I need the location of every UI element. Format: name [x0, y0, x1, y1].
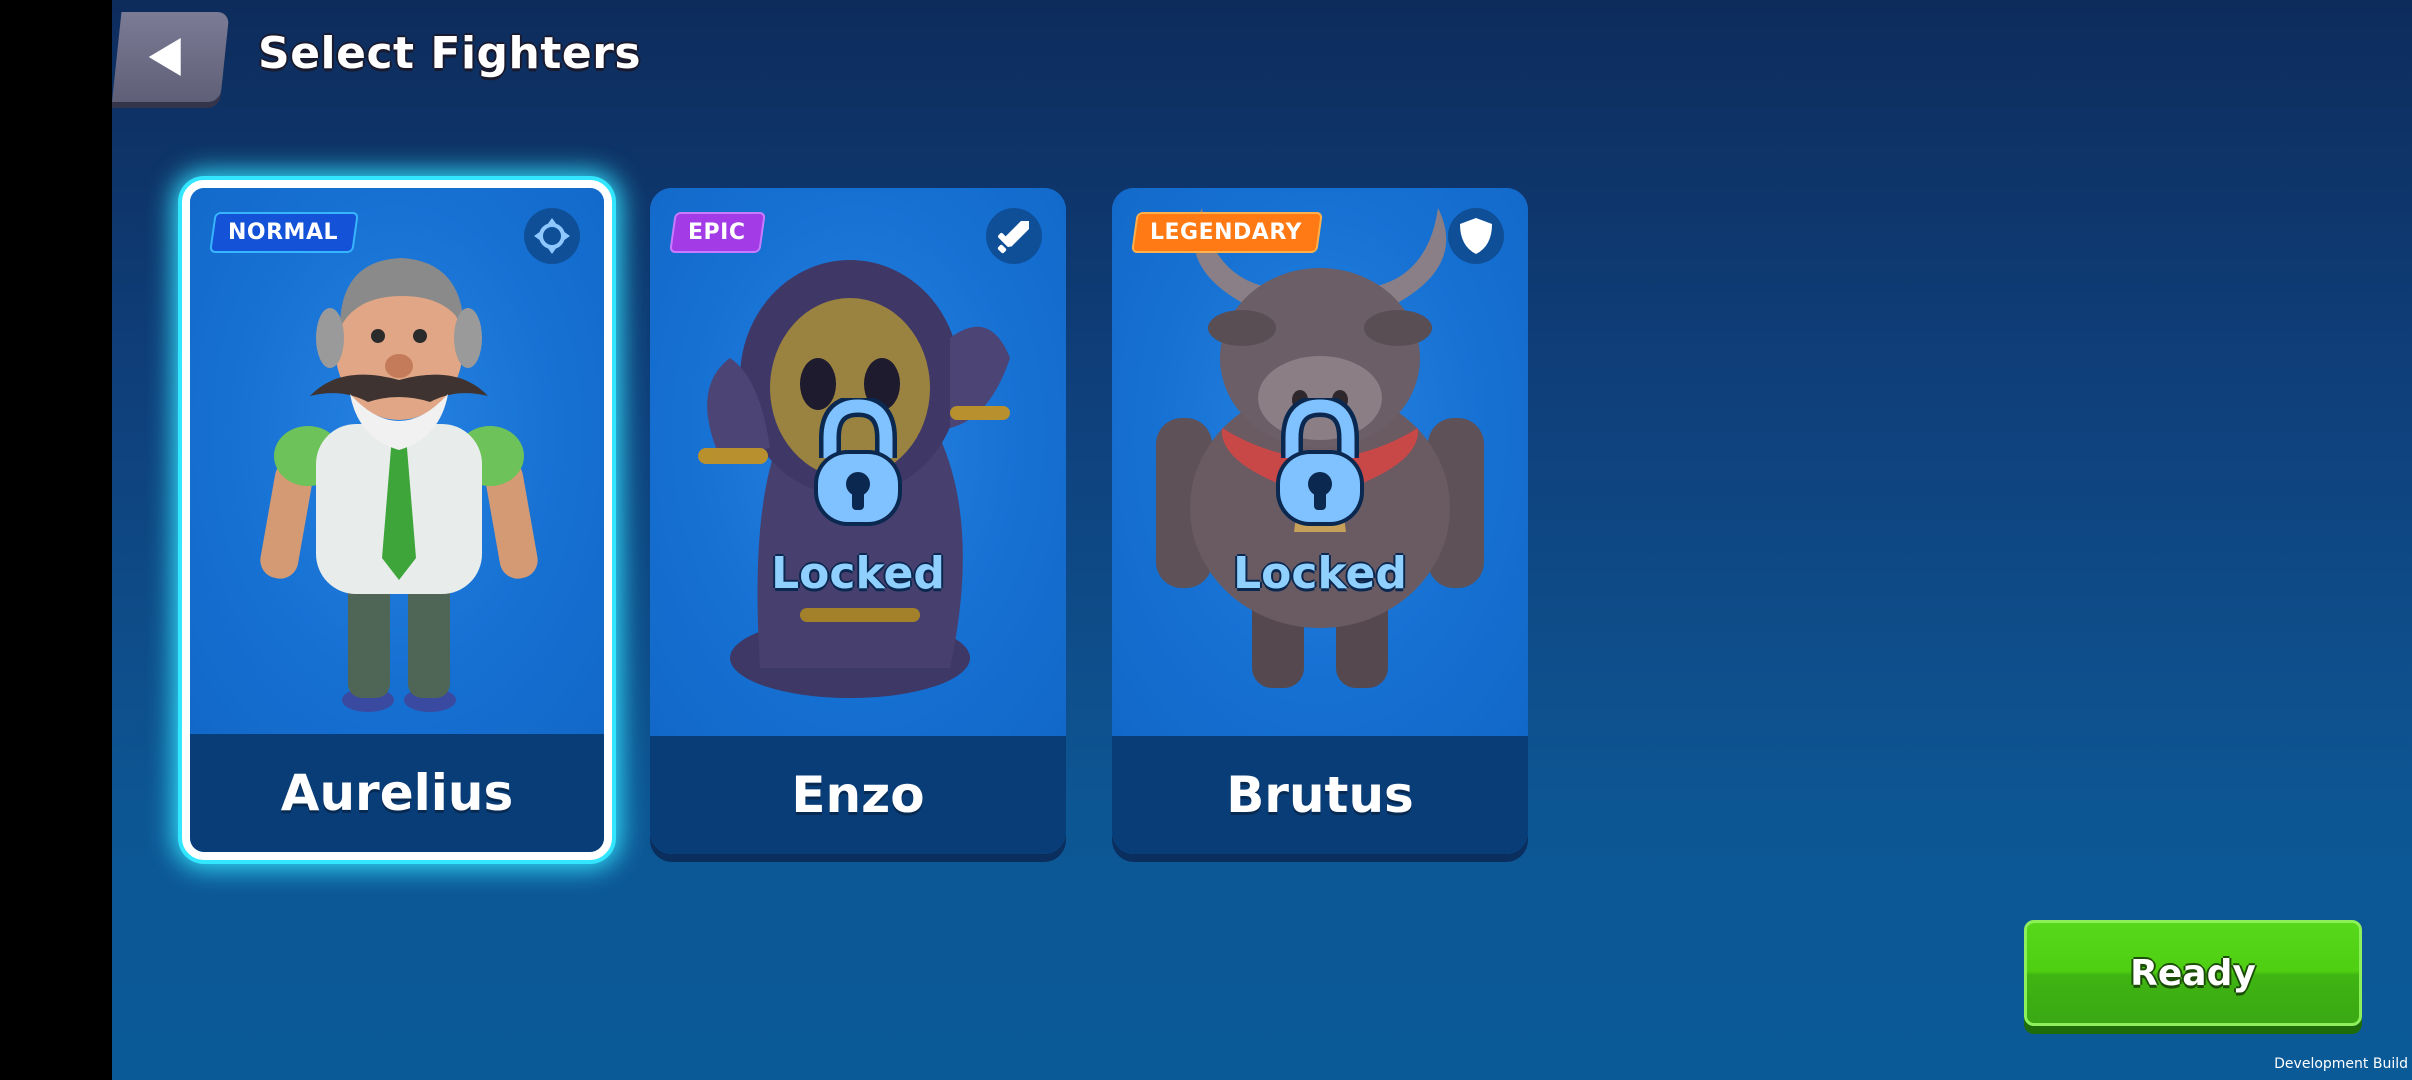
class-icon-sword: [986, 208, 1042, 264]
rarity-badge: EPIC: [669, 212, 767, 253]
fighter-card-aurelius[interactable]: NORMAL Aurelius: [182, 180, 612, 860]
ready-button[interactable]: Ready: [2024, 920, 2362, 1026]
padlock-icon: [1276, 398, 1364, 526]
fighter-name: Enzo: [791, 766, 925, 824]
fighter-portrait: [190, 188, 604, 734]
back-arrow-icon: [148, 38, 181, 76]
lock-overlay: Locked: [1112, 398, 1528, 599]
class-icon-shield: [1448, 208, 1504, 264]
development-build-label: Development Build: [2274, 1056, 2408, 1072]
ready-label: Ready: [2130, 952, 2256, 994]
fighter-select-area: Select Fighters NORMAL Aurelius EPIC Loc…: [112, 0, 2412, 1080]
sword-icon: [997, 221, 1029, 254]
fighter-card-enzo[interactable]: EPIC Locked Enzo: [650, 188, 1066, 854]
rarity-badge: LEGENDARY: [1131, 212, 1323, 253]
lock-overlay: Locked: [650, 398, 1066, 599]
fighter-name: Brutus: [1226, 766, 1414, 824]
fighter-card-brutus[interactable]: LEGENDARY Locked Brutus: [1112, 188, 1528, 854]
fighter-name: Aurelius: [280, 764, 514, 822]
fighter-name-bar: Enzo: [650, 736, 1066, 854]
locked-label: Locked: [1233, 548, 1407, 599]
fighter-name-bar: Brutus: [1112, 736, 1528, 854]
game-screen: Select Fighters NORMAL Aurelius EPIC Loc…: [0, 0, 2412, 1080]
locked-label: Locked: [771, 548, 945, 599]
shield-icon: [1460, 218, 1492, 254]
rarity-badge: NORMAL: [209, 212, 359, 253]
fighter-figure-aurelius: [260, 258, 538, 712]
padlock-icon: [814, 398, 902, 526]
fighter-name-bar: Aurelius: [190, 734, 604, 852]
class-icon-crosshair: [524, 208, 580, 264]
crosshair-icon: [534, 218, 570, 254]
page-title: Select Fighters: [258, 28, 642, 79]
back-button[interactable]: [112, 12, 230, 102]
